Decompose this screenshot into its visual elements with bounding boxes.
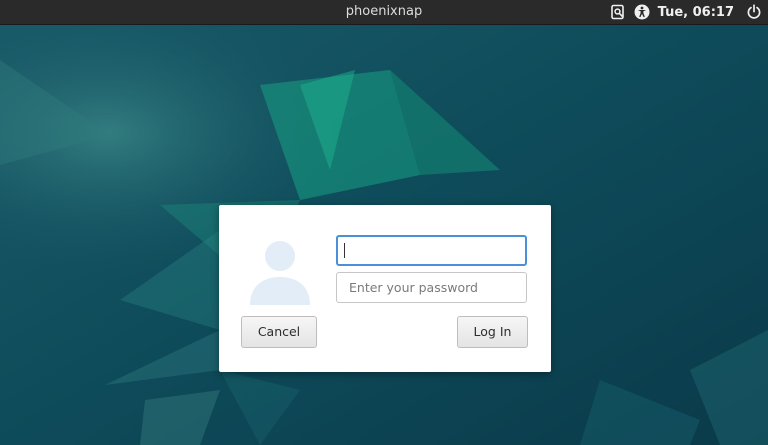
clock-label[interactable]: Tue, 06:17	[658, 5, 734, 20]
log-in-button[interactable]: Log In	[457, 316, 528, 348]
text-cursor	[344, 243, 345, 258]
username-input[interactable]	[336, 235, 527, 266]
user-avatar-icon	[250, 241, 310, 305]
top-bar: phoenixnap Tue, 06:17	[0, 0, 768, 25]
cancel-button[interactable]: Cancel	[241, 316, 317, 348]
login-dialog: Cancel Log In	[219, 205, 551, 372]
password-input[interactable]	[336, 272, 527, 303]
system-tray: Tue, 06:17	[610, 0, 762, 24]
accessibility-icon[interactable]	[634, 4, 650, 20]
power-icon[interactable]	[746, 4, 762, 20]
login-screen: phoenixnap Tue, 06:17 Cancel Log In	[0, 0, 768, 445]
screen-recorder-icon[interactable]	[610, 4, 626, 20]
